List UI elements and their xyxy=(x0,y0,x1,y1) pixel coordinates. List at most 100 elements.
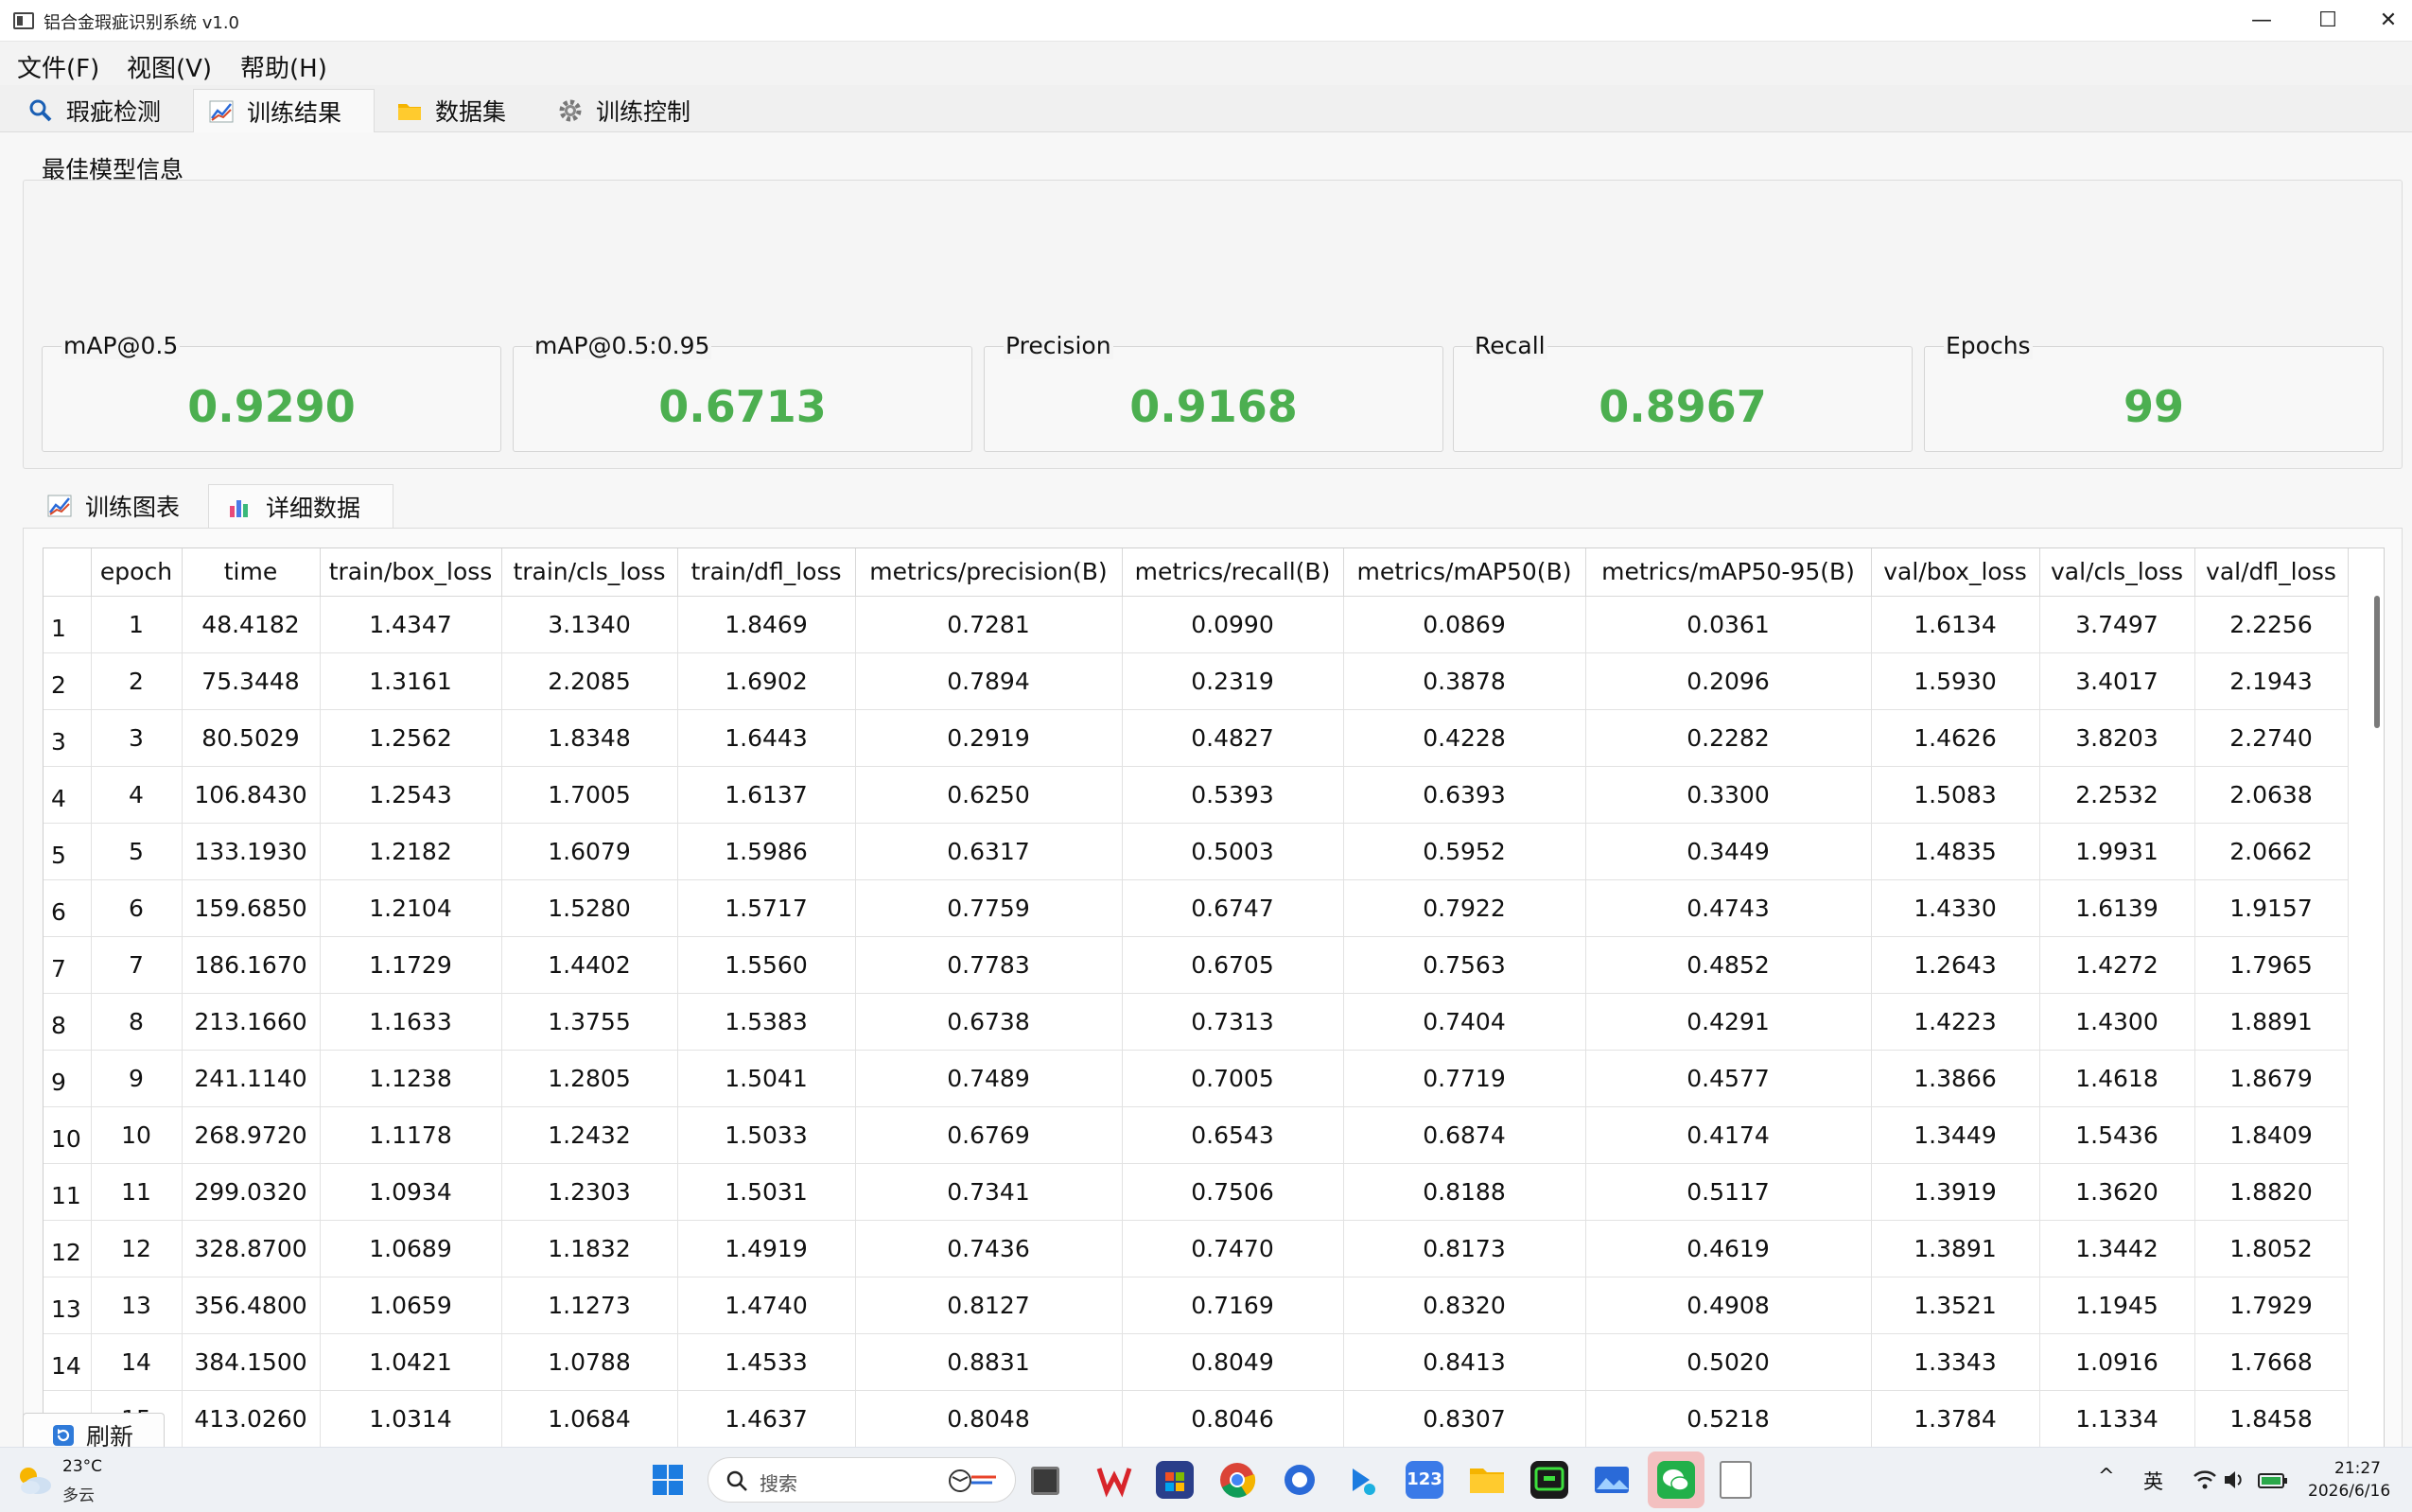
results-table-container[interactable]: epoch time train/box_loss train/cls_loss… xyxy=(43,547,2385,1484)
table-cell[interactable]: 7 xyxy=(91,936,183,994)
table-cell[interactable]: 1.6079 xyxy=(501,823,678,880)
table-cell[interactable]: 1.3866 xyxy=(1871,1050,2040,1107)
table-cell[interactable]: 1.6137 xyxy=(677,766,856,824)
table-cell[interactable]: 1.2104 xyxy=(320,879,502,937)
table-cell[interactable]: 0.4228 xyxy=(1343,709,1586,767)
table-row[interactable]: 13 13 356.4800 1.0659 1.1273 1.4740 0.8127 0.71… xyxy=(44,1277,2349,1334)
table-cell[interactable]: 0.5003 xyxy=(1122,823,1344,880)
table-cell[interactable]: 1.1633 xyxy=(320,993,502,1051)
table-cell[interactable]: 1.6443 xyxy=(677,709,856,767)
table-cell[interactable]: 1.0659 xyxy=(320,1277,502,1334)
table-cell[interactable]: 1.7005 xyxy=(501,766,678,824)
table-cell[interactable]: 384.1500 xyxy=(182,1333,321,1391)
table-cell[interactable]: 1.2182 xyxy=(320,823,502,880)
table-cell[interactable]: 0.7759 xyxy=(855,879,1123,937)
subtab-detailed-data[interactable]: 详细数据 xyxy=(208,484,393,528)
table-row[interactable]: 8 8 213.1660 1.1633 1.3755 1.5383 0.6738 0.7313… xyxy=(44,993,2349,1051)
wechat-icon[interactable] xyxy=(1648,1451,1704,1508)
terminal-icon[interactable] xyxy=(1530,1461,1568,1499)
table-cell[interactable]: 1.9157 xyxy=(2194,879,2349,937)
table-cell[interactable]: 0.0990 xyxy=(1122,596,1344,653)
tab-training-results[interactable]: 训练结果 xyxy=(193,89,375,132)
column-header[interactable]: metrics/mAP50-95(B) xyxy=(1585,548,1872,597)
table-cell[interactable]: 1.4330 xyxy=(1871,879,2040,937)
table-row[interactable]: 10 10 268.9720 1.1178 1.2432 1.5033 0.6769 0.65… xyxy=(44,1106,2349,1164)
table-cell[interactable]: 0.6874 xyxy=(1343,1106,1586,1164)
table-cell[interactable]: 3.7497 xyxy=(2039,596,2195,653)
table-cell[interactable]: 0.4908 xyxy=(1585,1277,1872,1334)
table-cell[interactable]: 0.6738 xyxy=(855,993,1123,1051)
table-cell[interactable]: 241.1140 xyxy=(182,1050,321,1107)
column-header[interactable]: val/dfl_loss xyxy=(2194,548,2349,597)
table-cell[interactable]: 0.4619 xyxy=(1585,1220,1872,1277)
table-cell[interactable]: 1.0916 xyxy=(2039,1333,2195,1391)
table-cell[interactable]: 2.2256 xyxy=(2194,596,2349,653)
table-cell[interactable]: 1.7668 xyxy=(2194,1333,2349,1391)
column-header[interactable]: val/box_loss xyxy=(1871,548,2040,597)
subtab-training-charts[interactable]: 训练图表 xyxy=(28,484,204,528)
column-header[interactable]: epoch xyxy=(91,548,183,597)
table-row[interactable]: 7 7 186.1670 1.1729 1.4402 1.5560 0.7783 0.6705… xyxy=(44,936,2349,994)
table-cell[interactable]: 0.2319 xyxy=(1122,652,1344,710)
table-cell[interactable]: 80.5029 xyxy=(182,709,321,767)
table-cell[interactable]: 133.1930 xyxy=(182,823,321,880)
menu-view[interactable]: 视图(V) xyxy=(127,49,212,84)
column-header[interactable]: train/dfl_loss xyxy=(677,548,856,597)
table-cell[interactable]: 1.5031 xyxy=(677,1163,856,1221)
table-cell[interactable]: 8 xyxy=(91,993,183,1051)
table-cell[interactable]: 213.1660 xyxy=(182,993,321,1051)
row-header[interactable]: 8 xyxy=(44,993,92,1051)
table-cell[interactable]: 1.4626 xyxy=(1871,709,2040,767)
table-cell[interactable]: 0.8048 xyxy=(855,1390,1123,1448)
table-cell[interactable]: 1.6134 xyxy=(1871,596,2040,653)
table-cell[interactable]: 1.5083 xyxy=(1871,766,2040,824)
table-cell[interactable]: 75.3448 xyxy=(182,652,321,710)
row-header[interactable]: 14 xyxy=(44,1333,92,1391)
table-cell[interactable]: 1.3521 xyxy=(1871,1277,2040,1334)
table-cell[interactable]: 159.6850 xyxy=(182,879,321,937)
row-header[interactable]: 10 xyxy=(44,1106,92,1164)
task-view-icon[interactable] xyxy=(1031,1467,1059,1495)
table-cell[interactable]: 0.4852 xyxy=(1585,936,1872,994)
table-cell[interactable]: 328.8700 xyxy=(182,1220,321,1277)
row-header[interactable]: 13 xyxy=(44,1277,92,1334)
table-cell[interactable]: 1.4919 xyxy=(677,1220,856,1277)
partly-cloudy-icon[interactable] xyxy=(15,1463,53,1497)
table-cell[interactable]: 0.5952 xyxy=(1343,823,1586,880)
table-cell[interactable]: 1.0788 xyxy=(501,1333,678,1391)
table-cell[interactable]: 1.3343 xyxy=(1871,1333,2040,1391)
table-cell[interactable]: 1.3442 xyxy=(2039,1220,2195,1277)
clock-date[interactable]: 2026/6/16 xyxy=(2308,1482,2390,1501)
table-cell[interactable]: 12 xyxy=(91,1220,183,1277)
table-cell[interactable]: 1.2432 xyxy=(501,1106,678,1164)
table-cell[interactable]: 2.2085 xyxy=(501,652,678,710)
table-cell[interactable]: 0.6393 xyxy=(1343,766,1586,824)
table-cell[interactable]: 0.8320 xyxy=(1343,1277,1586,1334)
table-cell[interactable]: 1.8469 xyxy=(677,596,856,653)
table-cell[interactable]: 1.8458 xyxy=(2194,1390,2349,1448)
table-cell[interactable]: 0.8188 xyxy=(1343,1163,1586,1221)
table-cell[interactable]: 1.5986 xyxy=(677,823,856,880)
table-cell[interactable]: 268.9720 xyxy=(182,1106,321,1164)
table-cell[interactable]: 3.1340 xyxy=(501,596,678,653)
table-cell[interactable]: 0.8831 xyxy=(855,1333,1123,1391)
table-cell[interactable]: 1.2562 xyxy=(320,709,502,767)
table-cell[interactable]: 1.4533 xyxy=(677,1333,856,1391)
table-cell[interactable]: 0.7719 xyxy=(1343,1050,1586,1107)
table-cell[interactable]: 0.6747 xyxy=(1122,879,1344,937)
table-cell[interactable]: 1.3161 xyxy=(320,652,502,710)
close-button[interactable]: ✕ xyxy=(2355,0,2412,42)
table-cell[interactable]: 186.1670 xyxy=(182,936,321,994)
row-header[interactable]: 1 xyxy=(44,596,92,653)
column-header[interactable]: time xyxy=(182,548,321,597)
table-cell[interactable]: 2.2740 xyxy=(2194,709,2349,767)
table-cell[interactable]: 0.8307 xyxy=(1343,1390,1586,1448)
row-header[interactable]: 9 xyxy=(44,1050,92,1107)
table-cell[interactable]: 0.0869 xyxy=(1343,596,1586,653)
input-method-indicator[interactable]: 英 xyxy=(2143,1467,2163,1495)
notepad-icon[interactable] xyxy=(1720,1461,1752,1499)
table-cell[interactable]: 0.6769 xyxy=(855,1106,1123,1164)
table-cell[interactable]: 1.0314 xyxy=(320,1390,502,1448)
minimize-button[interactable]: — xyxy=(2228,0,2295,42)
table-cell[interactable]: 0.8127 xyxy=(855,1277,1123,1334)
